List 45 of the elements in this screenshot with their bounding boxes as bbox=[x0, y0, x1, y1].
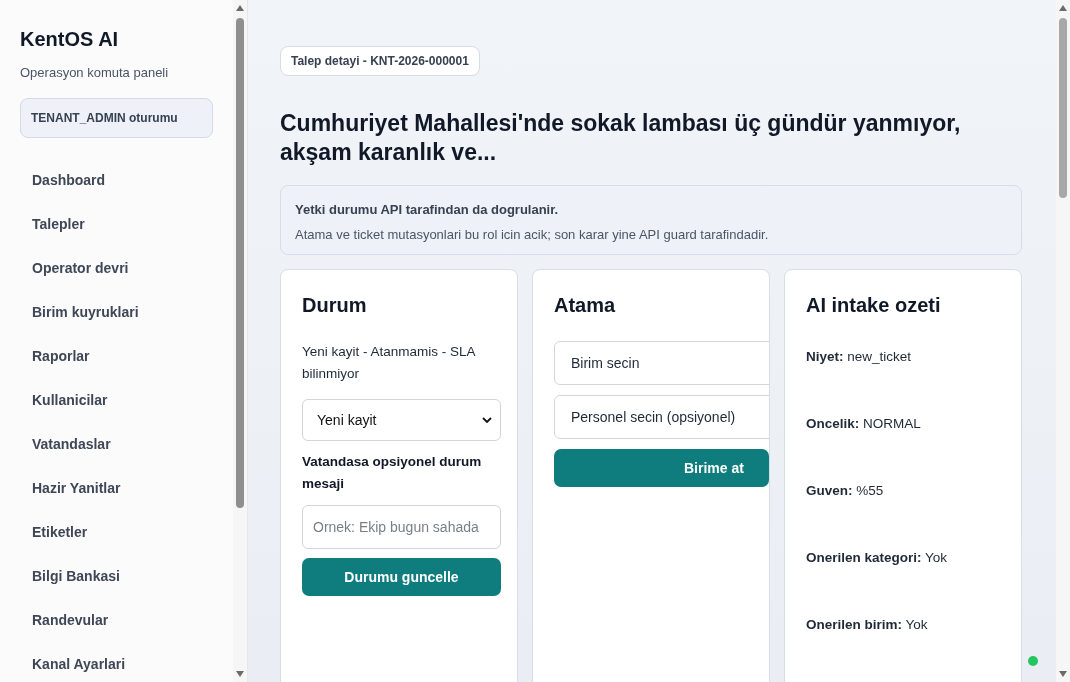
card-title: Atama bbox=[554, 294, 617, 317]
page-scrollbar[interactable] bbox=[1056, 0, 1070, 682]
notice-title: Yetki durumu API tarafindan da dogrulanir. bbox=[295, 202, 560, 217]
breadcrumb-badge: Talep detayi - KNT-2026-000001 bbox=[280, 46, 480, 76]
nav-item[interactable]: Etiketler bbox=[20, 510, 213, 554]
nav-item[interactable]: Hazir Yanitlar bbox=[20, 466, 213, 510]
scrollbar-thumb[interactable] bbox=[236, 18, 244, 508]
nav-item[interactable]: Dashboard bbox=[20, 158, 213, 202]
unit-select[interactable]: Birim secin bbox=[554, 341, 769, 385]
scroll-down-icon[interactable] bbox=[1058, 670, 1068, 678]
nav-item[interactable]: Raporlar bbox=[20, 334, 213, 378]
staff-select[interactable]: Personel secin (opsiyonel) bbox=[554, 395, 769, 439]
nav-item[interactable]: Birim kuyruklari bbox=[20, 290, 213, 334]
notice-text: Atama ve ticket mutasyonlari bu rol icin acik; son karar yine API guard tarafindadir. bbox=[295, 227, 770, 242]
nav-item[interactable]: Bilgi Bankasi bbox=[20, 554, 213, 598]
message-input[interactable]: Ornek: Ekip bugun sahada bbox=[302, 505, 501, 549]
nav-item[interactable]: Operator devri bbox=[20, 246, 213, 290]
page-title: Cumhuriyet Mahallesi'nde sokak lambası üç gündür yanmıyor, akşam karanlık ve... bbox=[280, 109, 962, 167]
summary-line: Oncelik: NORMAL bbox=[806, 415, 922, 431]
scroll-up-icon[interactable] bbox=[1058, 4, 1068, 12]
nav-item[interactable]: Randevular bbox=[20, 598, 213, 642]
update-status-button[interactable]: Durumu guncelle bbox=[302, 558, 501, 596]
assign-button[interactable]: Birime at bbox=[554, 449, 769, 487]
scrollbar-thumb[interactable] bbox=[1059, 18, 1067, 198]
nav-item[interactable]: Kanal Ayarlari bbox=[20, 642, 213, 682]
summary-line: Onerilen birim: Yok bbox=[806, 616, 929, 632]
app-title: KentOS AI bbox=[20, 28, 120, 51]
nav-item[interactable]: Kullanicilar bbox=[20, 378, 213, 422]
scroll-down-icon[interactable] bbox=[235, 670, 245, 678]
summary-line: Niyet: new_ticket bbox=[806, 348, 913, 364]
nav-item[interactable]: Talepler bbox=[20, 202, 213, 246]
nav-item[interactable]: Vatandaslar bbox=[20, 422, 213, 466]
status-dot bbox=[1028, 656, 1038, 666]
sidebar-scrollbar[interactable] bbox=[233, 0, 247, 682]
summary-line: Guven: %55 bbox=[806, 482, 885, 498]
app-subtitle: Operasyon komuta paneli bbox=[20, 65, 170, 80]
card-title: Durum bbox=[302, 294, 368, 317]
session-badge: TENANT_ADMIN oturumu bbox=[20, 98, 213, 138]
summary-line: Onerilen kategori: Yok bbox=[806, 549, 949, 565]
status-summary: Yeni kayit - Atanmamis - SLA bilinmiyor bbox=[302, 343, 477, 383]
field-label: Vatandasa opsiyonel durum mesaji bbox=[302, 453, 483, 493]
card-title: AI intake ozeti bbox=[806, 294, 942, 317]
status-select[interactable]: Yeni kayit bbox=[302, 399, 501, 441]
chevron-down-icon bbox=[482, 417, 492, 423]
scroll-up-icon[interactable] bbox=[235, 4, 245, 12]
